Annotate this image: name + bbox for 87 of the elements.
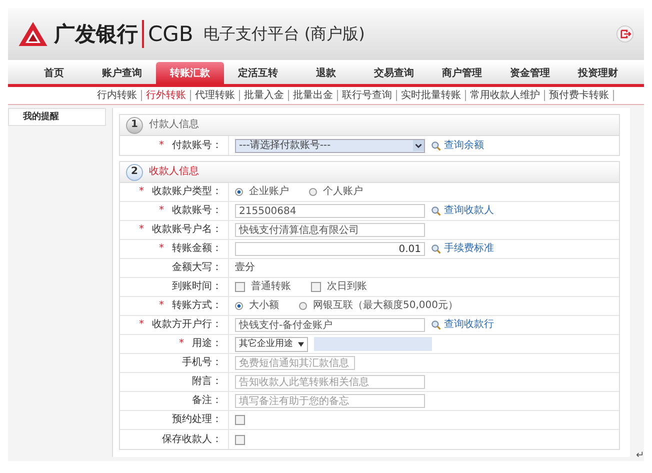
radio-button[interactable]	[235, 302, 243, 310]
required-mark: *	[159, 300, 164, 312]
query-link[interactable]: 查询收款人	[431, 205, 494, 217]
required-mark: *	[139, 186, 144, 198]
logo-icon	[18, 21, 48, 47]
field-label: 预约处理：	[172, 414, 222, 426]
required-mark: *	[159, 205, 164, 217]
query-link[interactable]: 手续费标准	[431, 243, 494, 255]
option-label: 网银互联（最大额度50,000元）	[313, 300, 458, 312]
required-mark: *	[139, 319, 144, 331]
purpose-select[interactable]: 其它企业用途	[235, 336, 308, 352]
option-label: 普通转账	[251, 281, 291, 293]
search-icon	[431, 140, 441, 150]
search-icon	[431, 320, 441, 330]
search-icon	[431, 206, 441, 216]
input-field[interactable]: 告知收款人此笔转账相关信息	[235, 375, 425, 389]
input-field[interactable]: 填写备注有助于您的备忘	[235, 394, 425, 408]
required-mark: *	[159, 140, 164, 152]
field-label: 到账时间：	[172, 281, 222, 293]
nav-tab[interactable]: 投资理财	[564, 62, 632, 84]
subnav-link[interactable]: 行内转账	[93, 90, 142, 101]
brand-name-en: CGB	[148, 22, 194, 46]
checkbox[interactable]	[235, 282, 245, 292]
subnav-link[interactable]: 批量入金	[240, 90, 289, 101]
step-number: 2	[126, 164, 143, 180]
search-icon	[431, 244, 441, 254]
field-label: 备注：	[192, 395, 222, 407]
subnav-link[interactable]: 预付费卡转账	[545, 90, 614, 101]
field-label: 收款方开户行：	[152, 319, 222, 331]
amount-in-words: 壹分	[235, 262, 255, 274]
field-label: 付款账号：	[172, 140, 222, 152]
subnav-link[interactable]: 联行号查询	[338, 90, 397, 101]
dropdown-icon	[298, 342, 304, 346]
input-field[interactable]: 215500684	[235, 204, 425, 218]
field-label: 收款账户类型：	[152, 186, 222, 198]
option-label: 个人账户	[323, 186, 363, 198]
required-mark: *	[159, 243, 164, 255]
account-select[interactable]: ---请选择付款账号---	[235, 138, 425, 152]
nav-tab[interactable]: 定活互转	[224, 62, 292, 84]
field-label: 保存收款人：	[162, 434, 222, 446]
input-field[interactable]: 0.01	[235, 242, 425, 256]
paragraph-mark: ↵	[636, 451, 644, 461]
input-field[interactable]	[314, 337, 432, 351]
dropdown-icon	[413, 140, 424, 151]
field-label: 收款账号：	[172, 205, 222, 217]
nav-tab[interactable]: 首页	[20, 62, 88, 84]
field-label: 转账金额：	[172, 243, 222, 255]
platform-title: 电子支付平台 (商户版)	[203, 24, 365, 44]
input-field[interactable]: 免费短信通知其汇款信息	[235, 356, 355, 370]
radio-button[interactable]	[235, 188, 243, 196]
subnav-link[interactable]: 常用收款人维护	[466, 90, 545, 101]
checkbox[interactable]	[311, 282, 321, 292]
input-field[interactable]: 快钱支付-备付金账户	[235, 318, 425, 332]
option-label: 次日到账	[327, 281, 367, 293]
query-link[interactable]: 查询余额	[431, 140, 484, 152]
nav-tab[interactable]: 资金管理	[496, 62, 564, 84]
checkbox[interactable]	[235, 415, 245, 425]
radio-button[interactable]	[299, 302, 307, 310]
required-mark: *	[179, 338, 184, 350]
field-label: 转账方式：	[172, 300, 222, 312]
nav-tab[interactable]: 转账汇款	[156, 62, 224, 84]
required-mark: *	[139, 224, 144, 236]
checkbox[interactable]	[235, 434, 245, 444]
radio-button[interactable]	[309, 188, 317, 196]
subnav-link[interactable]: 批量出金	[289, 90, 338, 101]
nav-tab[interactable]: 交易查询	[360, 62, 428, 84]
field-label: 附言：	[192, 376, 222, 388]
input-field[interactable]: 快钱支付清算信息有限公司	[235, 223, 425, 237]
nav-tab[interactable]: 账户查询	[88, 62, 156, 84]
subnav-link[interactable]: 实时批量转账	[397, 90, 466, 101]
option-label: 企业账户	[249, 186, 289, 198]
nav-tab[interactable]: 商户管理	[428, 62, 496, 84]
subnav-link[interactable]: 行外转账	[142, 90, 191, 101]
option-label: 大小额	[249, 300, 279, 312]
field-label: 手机号：	[182, 357, 222, 369]
logout-icon[interactable]	[616, 25, 634, 43]
nav-tab[interactable]: 退款	[292, 62, 360, 84]
query-link[interactable]: 查询收款行	[431, 319, 494, 331]
step-number: 1	[126, 116, 143, 134]
brand-name: 广发银行	[54, 20, 144, 48]
field-label: 收款账号户名：	[152, 224, 222, 236]
section-title: 付款人信息	[149, 119, 199, 131]
field-label: 金额大写：	[172, 262, 222, 274]
field-label: 用途：	[192, 338, 222, 350]
subnav-link[interactable]: 代理转账	[191, 90, 240, 101]
section-title: 收款人信息	[149, 166, 199, 178]
sidebar-item[interactable]: 我的提醒	[8, 108, 106, 126]
